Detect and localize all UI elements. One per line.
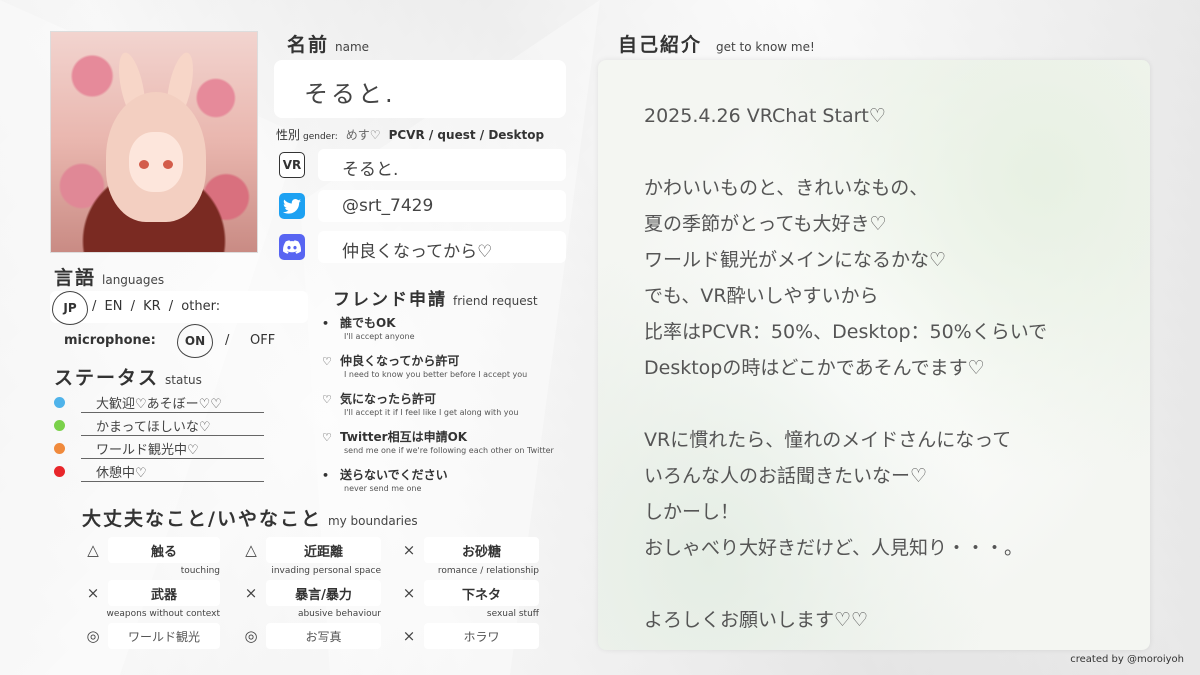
- boundary-label: ホラワ: [424, 623, 539, 649]
- friend-request-item: ♡ 仲良くなってから許可 I need to know you better be…: [322, 354, 528, 379]
- intro-line: よろしくお願いします♡♡: [644, 609, 869, 631]
- friend-request-item: ♡ Twitter相互は申請OK send me one if we're fol…: [322, 430, 554, 455]
- intro-line: 2025.4.26 VRChat Start♡: [644, 105, 886, 127]
- boundary-mark: ×: [402, 584, 416, 602]
- friend-request-item: • 送らないでください never send me one: [322, 468, 448, 493]
- name-value: そると.: [274, 60, 566, 118]
- languages-list: / EN / KR / other:: [92, 299, 221, 314]
- boundary-label: お砂糖: [424, 537, 539, 563]
- status-list: 大歓迎♡あそぼー♡♡ かまってほしいな♡ ワールド観光中♡ 休憩中♡: [54, 391, 264, 483]
- mic-off-label: OFF: [250, 333, 276, 348]
- status-item: 休憩中♡: [54, 460, 264, 483]
- intro-line: いろんな人のお話聞きたいなー♡: [644, 465, 928, 487]
- intro-line: しかーし！: [644, 501, 740, 523]
- avatar-image: [50, 31, 258, 253]
- boundaries-heading: 大丈夫なこと/いやなこと my boundaries: [82, 508, 418, 530]
- intro-panel: 2025.4.26 VRChat Start♡ かわいいものと、きれいなもの、 …: [598, 60, 1150, 650]
- intro-line: ワールド観光がメインになるかな♡: [644, 249, 947, 271]
- boundary-sub: romance / relationship: [437, 566, 539, 576]
- friend-request-item: • 誰でもOK I'll accept anyone: [322, 316, 415, 341]
- intro-line: [644, 566, 1047, 602]
- boundary-sub: invading personal space: [271, 566, 381, 576]
- intro-line: 比率はPCVR：50%、Desktop：50%くらいで: [644, 321, 1048, 343]
- intro-line: [644, 386, 1047, 422]
- microphone-label: microphone:: [64, 333, 156, 348]
- status-text: ワールド観光中♡: [81, 439, 264, 459]
- jp-heart-mark: JP: [52, 291, 88, 325]
- boundary-mark: △: [245, 541, 257, 559]
- credit-text: created by @moroiyoh: [1070, 654, 1184, 665]
- boundary-label: 暴言/暴力: [266, 580, 381, 606]
- intro-line: VRに慣れたら、憧れのメイドさんになって: [644, 429, 1012, 451]
- boundary-label: 下ネタ: [424, 580, 539, 606]
- twitter-handle: @srt_7429: [318, 190, 566, 222]
- intro-line: 夏の季節がとっても大好き♡: [644, 213, 887, 235]
- status-text: 休憩中♡: [81, 462, 264, 482]
- boundary-label: ワールド観光: [108, 623, 220, 649]
- intro-text: 2025.4.26 VRChat Start♡ かわいいものと、きれいなもの、 …: [644, 98, 1047, 638]
- gender-line: 性別 gender: めす♡ PCVR / quest / Desktop: [276, 128, 545, 142]
- boundary-label: お写真: [266, 623, 381, 649]
- status-dot-orange: [54, 443, 65, 454]
- boundary-mark: ×: [86, 584, 100, 602]
- status-item: ワールド観光中♡: [54, 437, 264, 460]
- boundary-label: 武器: [108, 580, 220, 606]
- discord-note: 仲良くなってから♡: [318, 231, 566, 263]
- status-text: 大歓迎♡あそぼー♡♡: [81, 393, 264, 413]
- intro-line: [644, 134, 1047, 170]
- status-dot-green: [54, 420, 65, 431]
- boundary-mark: ◎: [86, 627, 100, 645]
- boundary-label: 近距離: [266, 537, 381, 563]
- boundary-mark: ×: [402, 541, 416, 559]
- vrchat-name: そると.: [318, 149, 566, 181]
- boundary-mark: △: [87, 541, 99, 559]
- status-text: かまってほしいな♡: [81, 416, 264, 436]
- twitter-icon: [279, 193, 305, 219]
- languages-heading: 言語 languages: [54, 267, 165, 289]
- boundary-sub: sexual stuff: [486, 609, 539, 619]
- status-dot-blue: [54, 397, 65, 408]
- intro-line: でも、VR酔いしやすいから: [644, 285, 879, 307]
- boundary-sub: weapons without context: [106, 609, 220, 619]
- intro-line: Desktopの時はどこかであそんでます♡: [644, 357, 985, 379]
- intro-heading: 自己紹介 get to know me!: [618, 34, 815, 56]
- friend-request-list: • 誰でもOK I'll accept anyone ♡ 仲良くなってから許可 I …: [322, 314, 554, 504]
- status-item: 大歓迎♡あそぼー♡♡: [54, 391, 264, 414]
- intro-line: おしゃべり大好きだけど、人見知り・・・。: [644, 537, 1024, 559]
- friend-request-heading: フレンド申請 friend request: [333, 290, 538, 310]
- intro-line: かわいいものと、きれいなもの、: [644, 177, 929, 199]
- status-item: かまってほしいな♡: [54, 414, 264, 437]
- boundary-sub: touching: [180, 566, 220, 576]
- boundary-mark: ×: [402, 627, 416, 645]
- friend-request-item: ♡ 気になったら許可 I'll accept it if I feel like …: [322, 392, 519, 417]
- mic-separator: /: [225, 333, 230, 348]
- vrchat-icon: VR: [279, 152, 305, 178]
- boundary-sub: abusive behaviour: [297, 609, 381, 619]
- boundary-mark: ×: [244, 584, 258, 602]
- name-heading: 名前 name: [287, 34, 370, 56]
- status-dot-red: [54, 466, 65, 477]
- status-heading: ステータス status: [54, 367, 202, 389]
- mic-on-heart-mark: ON: [177, 324, 213, 358]
- discord-icon: [279, 234, 305, 260]
- boundary-label: 触る: [108, 537, 220, 563]
- boundary-mark: ◎: [244, 627, 258, 645]
